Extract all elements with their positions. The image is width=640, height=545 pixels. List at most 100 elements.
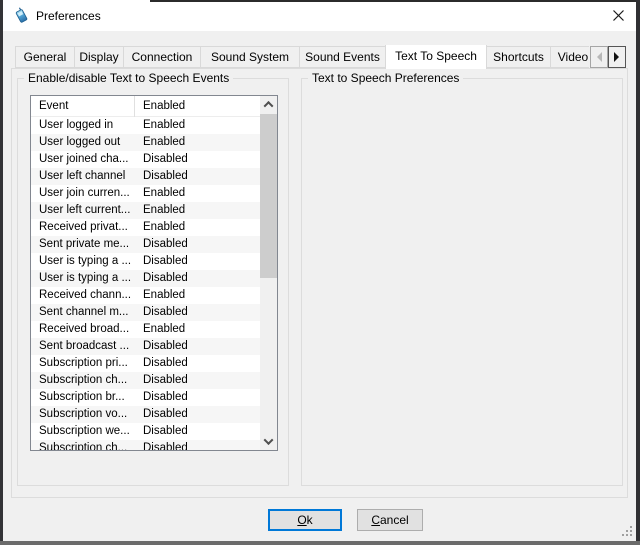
event-row[interactable]: Subscription ch...Disabled — [31, 372, 260, 389]
event-cell: Subscription ch... — [31, 372, 135, 389]
event-row[interactable]: Sent broadcast ...Disabled — [31, 338, 260, 355]
desktop-edge — [0, 541, 640, 545]
event-cell: User join curren... — [31, 185, 135, 202]
event-cell: Sent private me... — [31, 236, 135, 253]
window-title: Preferences — [36, 9, 101, 23]
event-cell: Subscription pri... — [31, 355, 135, 372]
close-icon — [613, 10, 624, 21]
status-cell: Enabled — [135, 321, 185, 338]
event-cell: User logged in — [31, 117, 135, 134]
status-cell: Disabled — [135, 236, 188, 253]
tab-connection[interactable]: Connection — [123, 46, 201, 68]
event-row[interactable]: User logged inEnabled — [31, 117, 260, 134]
event-cell: Sent channel m... — [31, 304, 135, 321]
tab-sound-events[interactable]: Sound Events — [299, 46, 386, 68]
scrollbar-thumb[interactable] — [260, 114, 277, 278]
event-row[interactable]: Sent private me...Disabled — [31, 236, 260, 253]
event-cell: Sent broadcast ... — [31, 338, 135, 355]
status-cell: Disabled — [135, 355, 188, 372]
event-cell: Received chann... — [31, 287, 135, 304]
tab-shortcuts[interactable]: Shortcuts — [486, 46, 551, 68]
event-cell: Received privat... — [31, 219, 135, 236]
scrollbar-up-button[interactable] — [260, 96, 277, 113]
event-list: Event Enabled User logged inEnabledUser … — [30, 95, 278, 451]
resize-grip-icon[interactable] — [622, 526, 634, 538]
scrollbar-down-button[interactable] — [260, 433, 277, 450]
event-cell: Subscription we... — [31, 423, 135, 440]
event-row[interactable]: User joined cha...Disabled — [31, 151, 260, 168]
tab-video[interactable]: Video — [550, 46, 589, 68]
status-cell: Enabled — [135, 117, 185, 134]
event-row[interactable]: User join curren...Enabled — [31, 185, 260, 202]
event-cell: Subscription br... — [31, 389, 135, 406]
status-cell: Enabled — [135, 185, 185, 202]
column-header-enabled[interactable]: Enabled — [135, 100, 185, 112]
tab-display[interactable]: Display — [74, 46, 124, 68]
status-cell: Disabled — [135, 151, 188, 168]
status-cell: Disabled — [135, 304, 188, 321]
tab-scroll-left-button[interactable] — [590, 46, 608, 68]
event-row[interactable]: Subscription we...Disabled — [31, 423, 260, 440]
event-cell: User left current... — [31, 202, 135, 219]
ok-button[interactable]: Ok — [268, 509, 342, 531]
status-cell: Disabled — [135, 338, 188, 355]
status-cell: Disabled — [135, 372, 188, 389]
status-cell: Disabled — [135, 423, 188, 440]
status-cell: Enabled — [135, 219, 185, 236]
chevron-up-icon — [264, 101, 274, 111]
event-cell: Received broad... — [31, 321, 135, 338]
status-cell: Disabled — [135, 168, 188, 185]
close-button[interactable] — [601, 0, 636, 31]
event-cell: User joined cha... — [31, 151, 135, 168]
tts-preferences-group-title: Text to Speech Preferences — [308, 71, 463, 85]
tab-text-to-speech[interactable]: Text To Speech — [385, 45, 487, 69]
status-cell: Disabled — [135, 270, 188, 287]
screen: Preferences GeneralDisplayConnectionSoun… — [0, 0, 640, 545]
event-row[interactable]: Subscription ch...Disabled — [31, 440, 260, 450]
events-group-title: Enable/disable Text to Speech Events — [24, 71, 233, 85]
status-cell: Enabled — [135, 134, 185, 151]
cancel-button[interactable]: Cancel — [357, 509, 423, 531]
tab-sound-system[interactable]: Sound System — [200, 46, 300, 68]
status-cell: Disabled — [135, 440, 188, 450]
tab-bar: GeneralDisplayConnectionSound SystemSoun… — [15, 45, 589, 69]
event-row[interactable]: User left channelDisabled — [31, 168, 260, 185]
desktop-edge — [636, 0, 640, 545]
event-row[interactable]: User is typing a ...Disabled — [31, 270, 260, 287]
event-list-scrollbar[interactable] — [260, 96, 277, 450]
event-row[interactable]: User left current...Enabled — [31, 202, 260, 219]
event-row[interactable]: Subscription br...Disabled — [31, 389, 260, 406]
app-icon[interactable] — [13, 7, 29, 23]
arrow-right-icon — [614, 52, 624, 62]
event-row[interactable]: Subscription pri...Disabled — [31, 355, 260, 372]
event-cell: User is typing a ... — [31, 270, 135, 287]
status-cell: Enabled — [135, 202, 185, 219]
tab-scroll-right-button[interactable] — [608, 46, 626, 68]
event-cell: Subscription ch... — [31, 440, 135, 450]
event-cell: User left channel — [31, 168, 135, 185]
status-cell: Enabled — [135, 287, 185, 304]
event-row[interactable]: User is typing a ...Disabled — [31, 253, 260, 270]
event-list-rows: User logged inEnabledUser logged outEnab… — [31, 117, 260, 450]
desktop-edge — [0, 0, 3, 545]
event-row[interactable]: User logged outEnabled — [31, 134, 260, 151]
event-cell: User is typing a ... — [31, 253, 135, 270]
tab-general[interactable]: General — [15, 46, 75, 68]
preferences-dialog: Preferences GeneralDisplayConnectionSoun… — [3, 0, 636, 541]
titlebar[interactable]: Preferences — [3, 0, 636, 31]
event-list-header: Event Enabled — [31, 96, 260, 117]
event-row[interactable]: Received broad...Enabled — [31, 321, 260, 338]
event-row[interactable]: Received privat...Enabled — [31, 219, 260, 236]
chevron-down-icon — [264, 435, 274, 445]
arrow-left-icon — [592, 52, 602, 62]
tts-preferences-groupbox: Text to Speech Preferences — [301, 78, 623, 486]
column-header-event[interactable]: Event — [31, 96, 135, 117]
event-row[interactable]: Received chann...Enabled — [31, 287, 260, 304]
status-cell: Disabled — [135, 253, 188, 270]
desktop-edge — [150, 0, 636, 2]
status-cell: Disabled — [135, 406, 188, 423]
event-row[interactable]: Subscription vo...Disabled — [31, 406, 260, 423]
event-cell: Subscription vo... — [31, 406, 135, 423]
status-cell: Disabled — [135, 389, 188, 406]
event-row[interactable]: Sent channel m...Disabled — [31, 304, 260, 321]
